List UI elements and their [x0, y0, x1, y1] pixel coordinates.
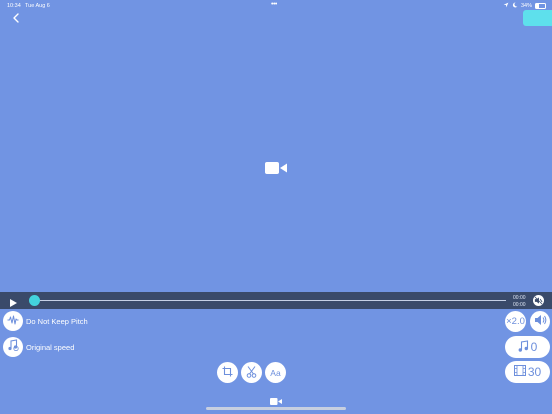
- mute-icon: [534, 292, 543, 310]
- moon-icon: [512, 2, 518, 10]
- music-note-icon: [7, 338, 19, 356]
- home-indicator[interactable]: [206, 407, 346, 410]
- speed-multiplier-button[interactable]: ×2.0: [505, 311, 526, 332]
- frame-rate-button[interactable]: 30: [505, 361, 550, 383]
- volume-button[interactable]: [530, 311, 550, 332]
- trim-button[interactable]: [241, 362, 262, 383]
- play-icon: [9, 295, 18, 312]
- battery-icon: [535, 3, 546, 9]
- scrubber-track[interactable]: [35, 300, 506, 301]
- crop-icon: [222, 366, 233, 379]
- speed-multiplier-text: ×2.0: [506, 316, 525, 327]
- scrubber-knob[interactable]: [29, 295, 40, 306]
- back-chevron-icon: [12, 10, 20, 28]
- text-button[interactable]: Aa: [265, 362, 286, 383]
- film-frame-icon: [513, 365, 526, 379]
- speed-label[interactable]: Original speed: [26, 343, 74, 352]
- music-button[interactable]: 0: [505, 336, 550, 358]
- back-button[interactable]: [9, 12, 23, 26]
- crop-button[interactable]: [217, 362, 238, 383]
- status-indicators: 34%: [503, 2, 546, 10]
- status-time: 10:34: [7, 3, 21, 9]
- current-time: 00:00: [513, 294, 526, 301]
- battery-percent: 34%: [520, 3, 532, 9]
- waveform-icon: [7, 312, 19, 330]
- pitch-button[interactable]: [3, 311, 23, 331]
- video-camera-icon: [265, 161, 287, 178]
- scissors-icon: [246, 365, 257, 380]
- status-date: Tue Aug 6: [25, 3, 50, 9]
- playback-bar: 00:00 00:00: [0, 292, 552, 309]
- location-icon: [503, 2, 509, 10]
- video-preview[interactable]: [265, 161, 287, 179]
- status-bar: 10:34 Tue Aug 6 ••• 34%: [0, 0, 552, 11]
- speaker-icon: [534, 313, 547, 331]
- mute-button[interactable]: [533, 295, 544, 306]
- frame-count: 30: [527, 365, 542, 379]
- pitch-label[interactable]: Do Not Keep Pitch: [26, 317, 88, 326]
- speed-button[interactable]: [3, 337, 23, 357]
- multitasking-dots[interactable]: •••: [271, 1, 277, 8]
- music-count: 0: [530, 340, 538, 354]
- export-button[interactable]: [523, 10, 552, 26]
- music-note-icon: [518, 339, 529, 355]
- text-label: Aa: [270, 367, 281, 378]
- total-time: 00:00: [513, 301, 526, 308]
